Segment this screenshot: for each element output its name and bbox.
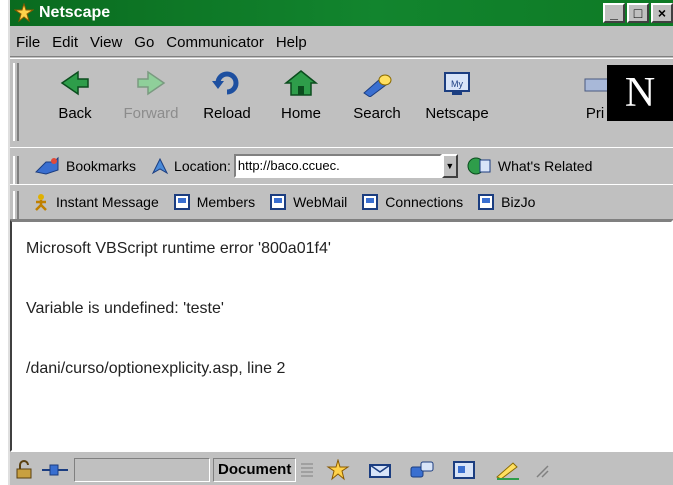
forward-button[interactable]: Forward: [114, 69, 188, 139]
search-button[interactable]: Search: [340, 69, 414, 139]
menu-edit[interactable]: Edit: [46, 34, 84, 51]
toolbar-grip[interactable]: [13, 63, 19, 141]
my-netscape-icon: My: [444, 72, 470, 95]
svg-text:My: My: [451, 79, 463, 89]
print-label: Pri: [585, 105, 605, 122]
title-bar[interactable]: Netscape _ □ ×: [10, 0, 673, 26]
webmail-label: WebMail: [293, 194, 348, 210]
personal-toolbar: Instant Message Members WebMail Connecti…: [10, 184, 673, 220]
status-text: Document: [213, 457, 297, 482]
personal-grip[interactable]: [13, 191, 19, 219]
search-flashlight-icon: [363, 74, 392, 97]
home-icon: [284, 70, 318, 96]
discussion-component-icon[interactable]: [409, 459, 435, 481]
status-bar: Document: [10, 454, 673, 485]
status-separator-icon: [301, 463, 314, 476]
reload-icon: [212, 71, 239, 95]
mail-component-icon[interactable]: [367, 459, 393, 481]
whats-related-label: What's Related: [497, 158, 593, 174]
netscape-label: Netscape: [425, 105, 489, 122]
security-lock-icon[interactable]: [14, 459, 36, 480]
connections-label: Connections: [385, 194, 464, 210]
url-input[interactable]: http://baco.ccuec.: [233, 154, 442, 178]
members-page-icon: [173, 194, 190, 210]
netscape-app-icon: [13, 2, 35, 23]
menu-view[interactable]: View: [84, 34, 128, 51]
reload-label: Reload: [203, 105, 251, 122]
error-message: Variable is undefined: 'teste': [26, 300, 224, 317]
maximize-button[interactable]: □: [627, 3, 649, 23]
browser-window: Netscape _ □ × File Edit View Go Communi…: [8, 0, 673, 485]
page-content: Microsoft VBScript runtime error '800a01…: [10, 220, 673, 452]
bizjournal-button[interactable]: BizJo: [477, 193, 535, 211]
navigator-component-icon[interactable]: [325, 458, 351, 481]
instant-message-label: Instant Message: [56, 194, 159, 210]
connections-button[interactable]: Connections: [361, 193, 463, 211]
webmail-page-icon: [270, 194, 287, 210]
menu-bar: File Edit View Go Communicator Help: [10, 28, 673, 57]
members-button[interactable]: Members: [173, 193, 255, 211]
menu-go[interactable]: Go: [128, 34, 160, 51]
netscape-button[interactable]: My Netscape: [420, 69, 494, 139]
print-icon: [584, 78, 609, 92]
whats-related-button[interactable]: What's Related: [466, 156, 593, 176]
composer-component-icon[interactable]: [493, 459, 523, 481]
connection-status-icon[interactable]: [40, 460, 70, 480]
location-label: Location:: [174, 158, 231, 174]
webmail-button[interactable]: WebMail: [269, 193, 347, 211]
navigation-toolbar: Back Forward Reload Home Search My Netsc…: [10, 58, 673, 148]
status-progress: [74, 457, 210, 482]
menu-communicator[interactable]: Communicator: [160, 34, 270, 51]
bizjournal-label: BizJo: [501, 194, 536, 210]
error-location: /dani/curso/optionexplicity.asp, line 2: [26, 360, 286, 377]
url-dropdown-button[interactable]: ▼: [441, 154, 458, 178]
bookmarks-icon: [34, 156, 59, 175]
location-toolbar: Bookmarks Location: http://baco.ccuec. ▼…: [10, 147, 673, 185]
forward-arrow-icon: [137, 70, 166, 96]
bizjournal-page-icon: [478, 194, 495, 210]
minimize-button[interactable]: _: [603, 3, 625, 23]
home-button[interactable]: Home: [264, 69, 338, 139]
location-grip[interactable]: [13, 156, 19, 184]
back-label: Back: [58, 105, 92, 122]
netscape-logo-n: N: [607, 65, 673, 121]
chevron-down-icon: ▼: [445, 161, 455, 171]
instant-message-icon: [35, 194, 47, 211]
back-arrow-icon: [60, 70, 89, 96]
home-label: Home: [280, 105, 321, 122]
reload-button[interactable]: Reload: [190, 69, 264, 139]
search-label: Search: [353, 105, 401, 122]
bookmarks-label: Bookmarks: [66, 158, 137, 174]
back-button[interactable]: Back: [38, 69, 112, 139]
location-bookmark-icon[interactable]: [150, 156, 170, 176]
connections-page-icon: [362, 194, 379, 210]
bookmarks-button[interactable]: Bookmarks: [34, 156, 136, 176]
close-button[interactable]: ×: [651, 3, 673, 23]
whats-related-icon: [467, 157, 491, 175]
address-book-component-icon[interactable]: [451, 459, 477, 481]
window-title: Netscape: [39, 4, 111, 21]
members-label: Members: [196, 194, 256, 210]
error-heading: Microsoft VBScript runtime error '800a01…: [26, 240, 331, 257]
menu-help[interactable]: Help: [270, 34, 313, 51]
instant-message-button[interactable]: Instant Message: [32, 193, 159, 211]
forward-label: Forward: [123, 105, 179, 122]
print-button[interactable]: Pri: [580, 69, 610, 139]
resize-grip-icon[interactable]: [533, 462, 549, 478]
menu-file[interactable]: File: [10, 34, 46, 51]
